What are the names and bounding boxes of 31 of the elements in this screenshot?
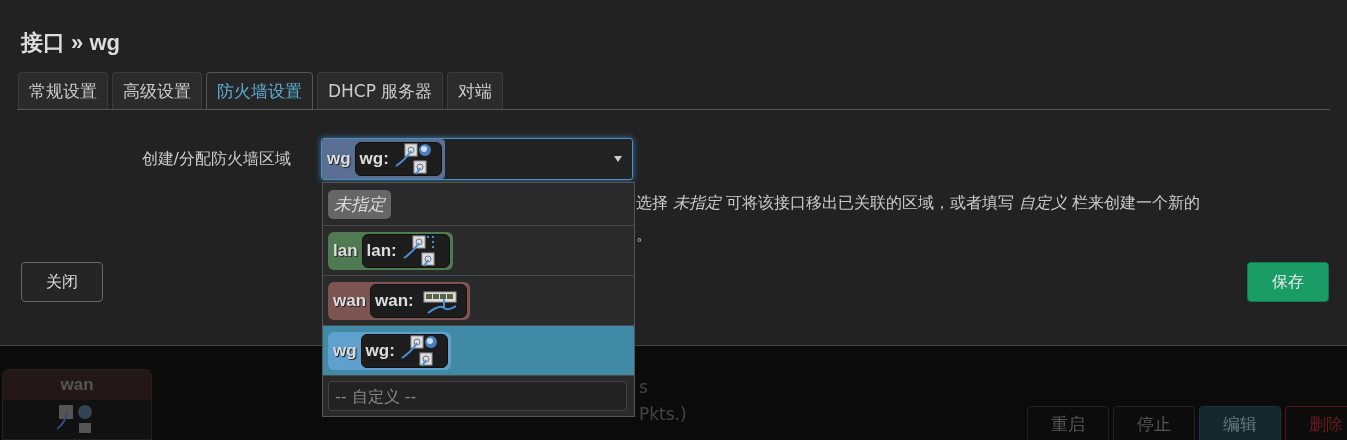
close-button[interactable]: 关闭 [21, 262, 103, 302]
network-icon [394, 142, 433, 176]
zone-name: lan [333, 240, 358, 261]
zone-dropdown[interactable]: wg wg: [321, 138, 633, 180]
tab[interactable]: 对端 [447, 72, 504, 109]
dropdown-option[interactable]: lan lan: [323, 226, 634, 276]
zone-badge: 未指定 [328, 189, 391, 219]
dropdown-option[interactable]: wan wan: [323, 276, 634, 326]
field-description: 选择 未指定 可将该接口移出已关联的区域，或者填写 自定义 栏来创建一个新的 。 [636, 192, 1202, 246]
status-text: Pkts.) [639, 403, 687, 426]
device-name: wg: [365, 340, 395, 361]
tab[interactable]: 防火墙设置 [206, 72, 313, 109]
tab[interactable]: 常规设置 [18, 72, 108, 109]
field-label: 创建/分配防火墙区域 [140, 148, 291, 170]
zone-name: wan [333, 290, 367, 311]
tab[interactable]: DHCP 服务器 [317, 72, 444, 109]
device-name: wg: [359, 149, 389, 169]
zone-name: wg [327, 149, 351, 169]
status-text: s [639, 376, 648, 399]
device-name: lan: [366, 240, 397, 261]
caret-icon [614, 156, 622, 162]
network-icon [400, 333, 439, 368]
dialog-title: 接口 » wg [21, 29, 121, 57]
zone-name: wg [333, 340, 357, 361]
tab[interactable]: 高级设置 [112, 72, 202, 109]
dropdown-option[interactable]: wg wg: [323, 326, 634, 376]
custom-zone-field[interactable]: -- 自定义 -- [328, 381, 627, 411]
device-name: wan: [375, 290, 414, 311]
edit-button[interactable]: 编辑 [1199, 406, 1281, 440]
card-title: wan [3, 370, 151, 400]
dropdown-option[interactable]: 未指定 [323, 183, 634, 226]
